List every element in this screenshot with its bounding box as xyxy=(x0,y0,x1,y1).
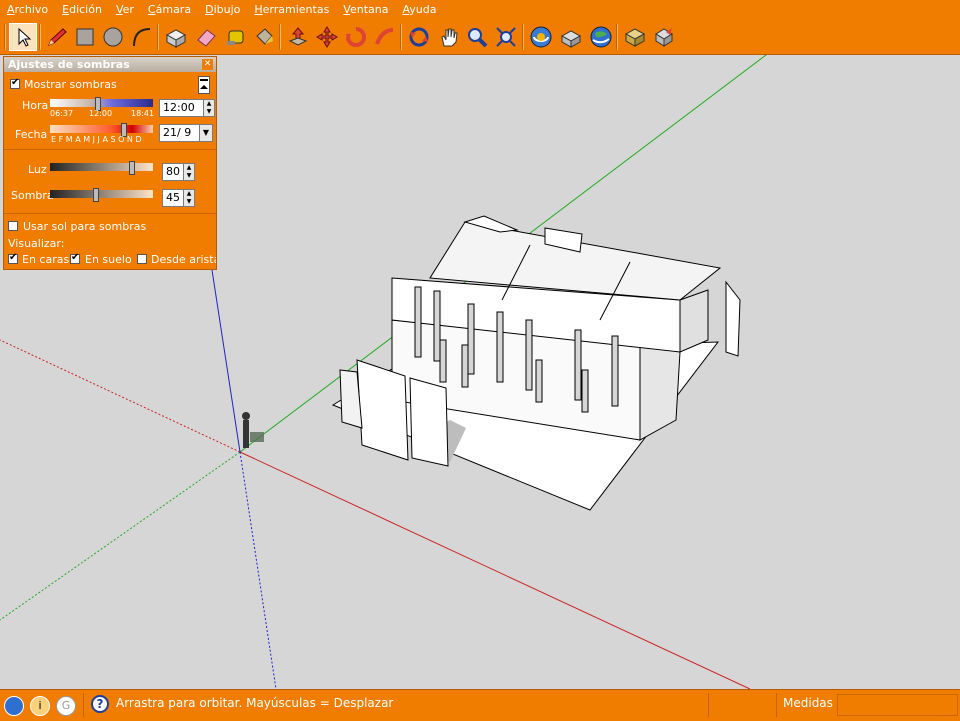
orbit-icon[interactable] xyxy=(405,23,433,51)
hora-tick-mid: 12:00 xyxy=(89,109,113,118)
toolbar-separator xyxy=(400,24,402,50)
status-separator xyxy=(83,693,84,717)
measurements-input[interactable] xyxy=(837,694,958,716)
circle-icon[interactable] xyxy=(99,23,127,51)
toolbar-separator xyxy=(157,24,159,50)
push-pull-icon[interactable] xyxy=(284,23,312,51)
menu-ventana[interactable]: Ventana xyxy=(336,0,395,20)
shadow-settings-panel: Ajustes de sombras ✕ Mostrar sombras Hor… xyxy=(3,56,217,270)
arc-icon[interactable] xyxy=(127,23,155,51)
green-axis-negative xyxy=(0,451,241,621)
hora-input[interactable]: 12:00 xyxy=(159,99,204,117)
component-icon[interactable] xyxy=(621,23,649,51)
help-icon[interactable]: ? xyxy=(91,695,109,713)
sombra-slider-thumb[interactable] xyxy=(93,188,99,202)
toolbar-separator xyxy=(616,24,618,50)
menu-edicion[interactable]: Edición xyxy=(55,0,109,20)
pencil-icon[interactable] xyxy=(43,23,71,51)
hora-tick-end: 18:41 xyxy=(131,109,155,118)
toolbar xyxy=(0,20,960,55)
blue-axis-negative xyxy=(239,451,277,690)
menu-dibujo[interactable]: Dibujo xyxy=(198,0,247,20)
luz-input[interactable]: 80 xyxy=(162,163,184,181)
luz-slider-track[interactable] xyxy=(50,163,153,171)
toolbar-separator xyxy=(279,24,281,50)
sombra-spinner[interactable]: ▲ ▼ xyxy=(183,189,195,207)
toolbar-grip xyxy=(4,24,6,50)
en-caras-label: En caras xyxy=(22,253,70,266)
export-icon[interactable] xyxy=(650,23,678,51)
desde-aristas-checkbox[interactable] xyxy=(137,254,147,264)
eraser-icon[interactable] xyxy=(192,23,220,51)
menu-bar: Archivo Edición Ver Cámara Dibujo Herram… xyxy=(0,0,960,20)
panel-divider xyxy=(4,213,216,214)
google-earth-icon[interactable] xyxy=(587,23,615,51)
make-component-icon[interactable] xyxy=(162,23,190,51)
paint-bucket-icon[interactable] xyxy=(250,23,278,51)
google-signin-icon[interactable]: G xyxy=(56,696,76,716)
move-icon[interactable] xyxy=(313,23,341,51)
front-panel-1 xyxy=(356,359,409,461)
show-shadows-checkbox[interactable] xyxy=(10,77,20,89)
use-sun-checkbox[interactable] xyxy=(8,221,18,231)
en-caras-checkbox[interactable] xyxy=(8,252,18,264)
hora-label: Hora xyxy=(22,99,49,112)
geo-location-icon[interactable] xyxy=(4,696,24,716)
pan-icon[interactable] xyxy=(435,23,463,51)
luz-label: Luz xyxy=(28,163,47,176)
get-models-icon[interactable] xyxy=(527,23,555,51)
building-lower-side xyxy=(639,344,681,441)
panel-title[interactable]: Ajustes de sombras xyxy=(4,57,216,72)
sombra-slider-track[interactable] xyxy=(50,190,153,198)
blue-axis xyxy=(211,269,241,453)
measurements-label: Medidas xyxy=(783,696,833,710)
show-shadows-label: Mostrar sombras xyxy=(24,78,117,91)
side-panel xyxy=(725,280,741,357)
select-icon[interactable] xyxy=(9,23,37,51)
status-separator xyxy=(776,693,777,717)
status-bar: i G ? Arrastra para orbitar. Mayúsculas … xyxy=(0,689,960,721)
luz-spinner[interactable]: ▲ ▼ xyxy=(183,163,195,181)
luz-slider-thumb[interactable] xyxy=(129,161,135,175)
panel-divider xyxy=(4,149,216,150)
follow-me-icon[interactable] xyxy=(371,23,399,51)
en-suelo-checkbox[interactable] xyxy=(70,252,80,264)
credits-icon[interactable]: i xyxy=(30,696,50,716)
status-hint: Arrastra para orbitar. Mayúsculas = Desp… xyxy=(116,696,394,710)
red-axis xyxy=(239,451,751,690)
front-panel-2 xyxy=(409,377,449,467)
visualizar-label: Visualizar: xyxy=(8,237,65,250)
menu-archivo[interactable]: Archivo xyxy=(0,0,55,20)
menu-herramientas[interactable]: Herramientas xyxy=(247,0,336,20)
hora-tick-start: 06:37 xyxy=(50,109,74,118)
hora-spinner[interactable]: ▲ ▼ xyxy=(203,99,215,117)
rotate-icon[interactable] xyxy=(342,23,370,51)
status-separator xyxy=(708,693,709,717)
menu-camara[interactable]: Cámara xyxy=(141,0,198,20)
fecha-label: Fecha xyxy=(15,128,48,141)
use-sun-label: Usar sol para sombras xyxy=(23,220,147,233)
menu-ayuda[interactable]: Ayuda xyxy=(395,0,443,20)
tape-measure-icon[interactable] xyxy=(222,23,250,51)
share-model-icon[interactable] xyxy=(557,23,585,51)
red-axis-negative xyxy=(0,339,241,453)
fecha-months: E F M A M J J A S O N D xyxy=(51,135,142,144)
fecha-slider-track[interactable] xyxy=(50,125,153,133)
fecha-dropdown-button[interactable]: ▼ xyxy=(199,124,213,142)
zoom-extents-icon[interactable] xyxy=(492,23,520,51)
desde-aristas-label: Desde aristas xyxy=(151,253,216,266)
sombra-label: Sombra xyxy=(11,189,54,202)
toolbar-separator xyxy=(39,24,41,50)
close-icon[interactable]: ✕ xyxy=(202,59,213,70)
collapse-details-button[interactable] xyxy=(198,76,210,94)
en-suelo-label: En suelo xyxy=(85,253,132,266)
menu-ver[interactable]: Ver xyxy=(109,0,141,20)
toolbar-separator xyxy=(522,24,524,50)
hora-slider-track[interactable] xyxy=(50,99,153,107)
sombra-input[interactable]: 45 xyxy=(162,189,184,207)
zoom-icon[interactable] xyxy=(463,23,491,51)
rectangle-icon[interactable] xyxy=(71,23,99,51)
